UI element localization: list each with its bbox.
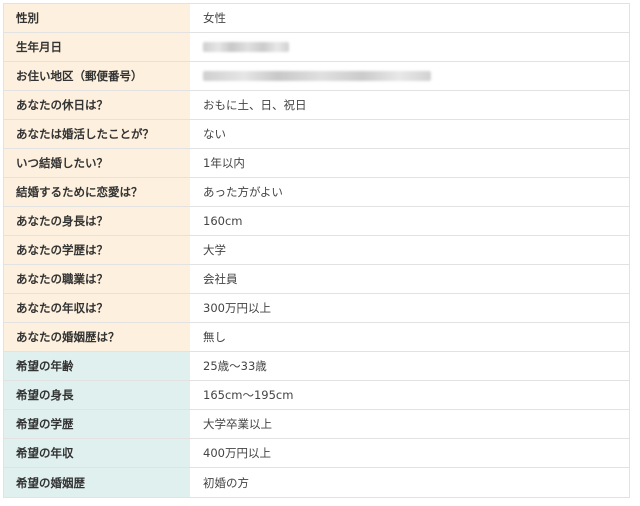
row-value: 400万円以上: [190, 439, 629, 467]
row-value: 1年以内: [190, 149, 629, 177]
row-label: あなたの休日は？: [4, 91, 190, 119]
redacted-address: [203, 71, 431, 81]
row-value: 会社員: [190, 265, 629, 293]
table-row: あなたの婚姻歴は？ 無し: [4, 323, 629, 352]
row-value: おもに土、日、祝日: [190, 91, 629, 119]
table-row: あなたの学歴は？ 大学: [4, 236, 629, 265]
row-value: 女性: [190, 4, 629, 32]
row-label: 希望の年齢: [4, 352, 190, 380]
row-label: 性別: [4, 4, 190, 32]
row-value: 165cm〜195cm: [190, 381, 629, 409]
row-value: 初婚の方: [190, 468, 629, 497]
table-row: 希望の年収 400万円以上: [4, 439, 629, 468]
row-label: いつ結婚したい？: [4, 149, 190, 177]
table-row: 希望の学歴 大学卒業以上: [4, 410, 629, 439]
table-row: 性別 女性: [4, 4, 629, 33]
row-value: 160cm: [190, 207, 629, 235]
row-label: あなたの婚姻歴は？: [4, 323, 190, 351]
row-value: 25歳〜33歳: [190, 352, 629, 380]
table-row: 希望の婚姻歴 初婚の方: [4, 468, 629, 498]
row-value: 大学卒業以上: [190, 410, 629, 438]
table-row: 希望の年齢 25歳〜33歳: [4, 352, 629, 381]
table-row: あなたの年収は？ 300万円以上: [4, 294, 629, 323]
row-label: 希望の学歴: [4, 410, 190, 438]
row-label: 希望の身長: [4, 381, 190, 409]
row-label: 結婚するために恋愛は？: [4, 178, 190, 206]
table-row: 結婚するために恋愛は？ あった方がよい: [4, 178, 629, 207]
table-row: あなたは婚活したことが？ ない: [4, 120, 629, 149]
redacted-birthdate: [203, 42, 289, 52]
row-label: あなたは婚活したことが？: [4, 120, 190, 148]
row-value: ない: [190, 120, 629, 148]
row-label: あなたの学歴は？: [4, 236, 190, 264]
row-label: お住い地区（郵便番号）: [4, 62, 190, 90]
row-value: 300万円以上: [190, 294, 629, 322]
row-label: あなたの身長は？: [4, 207, 190, 235]
row-label: 希望の年収: [4, 439, 190, 467]
row-label: 生年月日: [4, 33, 190, 61]
table-row: いつ結婚したい？ 1年以内: [4, 149, 629, 178]
row-label: あなたの年収は？: [4, 294, 190, 322]
table-row: あなたの休日は？ おもに土、日、祝日: [4, 91, 629, 120]
table-row: 生年月日: [4, 33, 629, 62]
table-row: 希望の身長 165cm〜195cm: [4, 381, 629, 410]
row-label: 希望の婚姻歴: [4, 468, 190, 497]
row-value: 無し: [190, 323, 629, 351]
row-value: あった方がよい: [190, 178, 629, 206]
row-value: 大学: [190, 236, 629, 264]
row-label: あなたの職業は？: [4, 265, 190, 293]
table-row: あなたの職業は？ 会社員: [4, 265, 629, 294]
row-value: [190, 62, 629, 90]
table-row: あなたの身長は？ 160cm: [4, 207, 629, 236]
table-row: お住い地区（郵便番号）: [4, 62, 629, 91]
profile-table: 性別 女性 生年月日 お住い地区（郵便番号） あなたの休日は？ おもに土、日、祝…: [3, 3, 630, 498]
row-value: [190, 33, 629, 61]
